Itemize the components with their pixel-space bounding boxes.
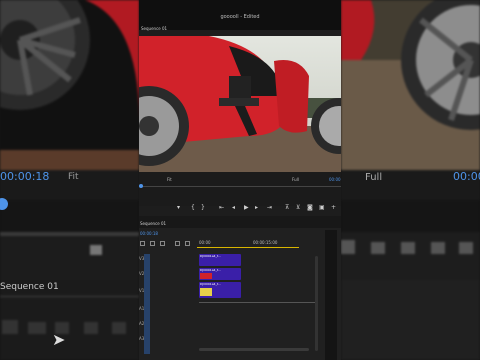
wrench-icon[interactable] (175, 241, 180, 246)
clip-v2-thumbnail (200, 273, 212, 279)
video-frame (139, 36, 341, 172)
linked-selection-icon[interactable] (150, 241, 155, 246)
timeline-horizontal-scrollbar[interactable] (199, 348, 309, 351)
timeline-tools (139, 240, 197, 248)
export-frame-icon[interactable]: ◙ (307, 204, 313, 212)
work-area-bar[interactable] (197, 247, 299, 248)
left-bg-timecode: 00:00:18 (0, 170, 50, 183)
program-monitor-controls: Fit Full 00:00 (139, 172, 341, 206)
clip-v1-label: DJI0091a4_t... (200, 282, 221, 286)
step-back-button[interactable]: ◂ (232, 204, 235, 212)
cursor-icon: ➤ (52, 330, 66, 349)
right-bg-full: Full (365, 172, 383, 183)
left-bg-fit: Fit (68, 172, 79, 182)
monitor-scrub-bar[interactable] (139, 186, 341, 187)
captions-icon[interactable] (185, 241, 190, 246)
mark-clip-button[interactable]: } (201, 204, 205, 212)
clip-v1[interactable]: DJI0091a4_t... (199, 282, 241, 298)
track-headers: V3 V2 V1 A1 A2 A3 (139, 254, 197, 354)
lift-button[interactable]: ⊼ (285, 204, 289, 212)
timeline-panel: Sequence 01 00:00:18 00:00 00:00:15:00 V… (139, 216, 341, 360)
left-bg-seq-tab: Sequence 01 (0, 282, 59, 292)
program-monitor-video (139, 36, 341, 172)
program-monitor-tab[interactable]: Sequence 01 (141, 26, 167, 31)
monitor-playhead[interactable] (139, 184, 143, 188)
snap-icon[interactable] (140, 241, 145, 246)
right-bg-timecode: 00:00 (453, 170, 480, 183)
window-title: gooooll - Edited (220, 14, 260, 20)
left-background-panel: 00:00:18 Fit Sequence 01 ➤ (0, 0, 139, 360)
mark-in-button[interactable]: ▾ (177, 204, 180, 212)
add-button-icon[interactable]: + (331, 204, 336, 212)
zoom-select[interactable]: Fit (167, 177, 172, 182)
track-divider (199, 302, 317, 303)
step-forward-button[interactable]: ▸ (255, 204, 258, 212)
premiere-window: gooooll - Edited Sequence 01 Fit Full 00… (139, 0, 341, 360)
title-bar: gooooll - Edited (139, 0, 341, 30)
go-to-out-button[interactable]: ⇥ (267, 204, 272, 212)
clip-v2-label: DJI0091a4_t... (200, 268, 221, 272)
clip-v2[interactable]: DJI0091a4_t... (199, 268, 241, 280)
ruler-mark: 00:00:15:00 (253, 240, 278, 245)
add-marker-icon[interactable] (160, 241, 165, 246)
play-button[interactable]: ▶ (244, 204, 249, 212)
monitor-timecode-right: 00:00 (329, 177, 341, 182)
ruler-start: 00:00 (199, 240, 211, 245)
clip-v3-label: DJI0091a4_t... (200, 254, 221, 258)
timeline-vertical-scrollbar[interactable] (315, 256, 318, 351)
clip-v3[interactable]: DJI0091a4_t... (199, 254, 241, 266)
track-targeting-column[interactable] (144, 254, 150, 354)
timeline-timecode: 00:00:18 (140, 231, 158, 236)
clip-v1-thumbnail (200, 288, 212, 296)
quality-select[interactable]: Full (292, 177, 299, 182)
timeline-tab[interactable]: Sequence 01 (140, 221, 166, 226)
comparison-view-icon[interactable]: ▣ (319, 204, 325, 212)
go-to-in-button[interactable]: ⇤ (219, 204, 224, 212)
right-background-panel: Full 00:00 (341, 0, 480, 360)
mark-out-button[interactable]: { (191, 204, 195, 212)
timeline-header: Sequence 01 (139, 216, 341, 228)
audio-meter (325, 230, 337, 360)
extract-button[interactable]: ⊻ (296, 204, 300, 212)
